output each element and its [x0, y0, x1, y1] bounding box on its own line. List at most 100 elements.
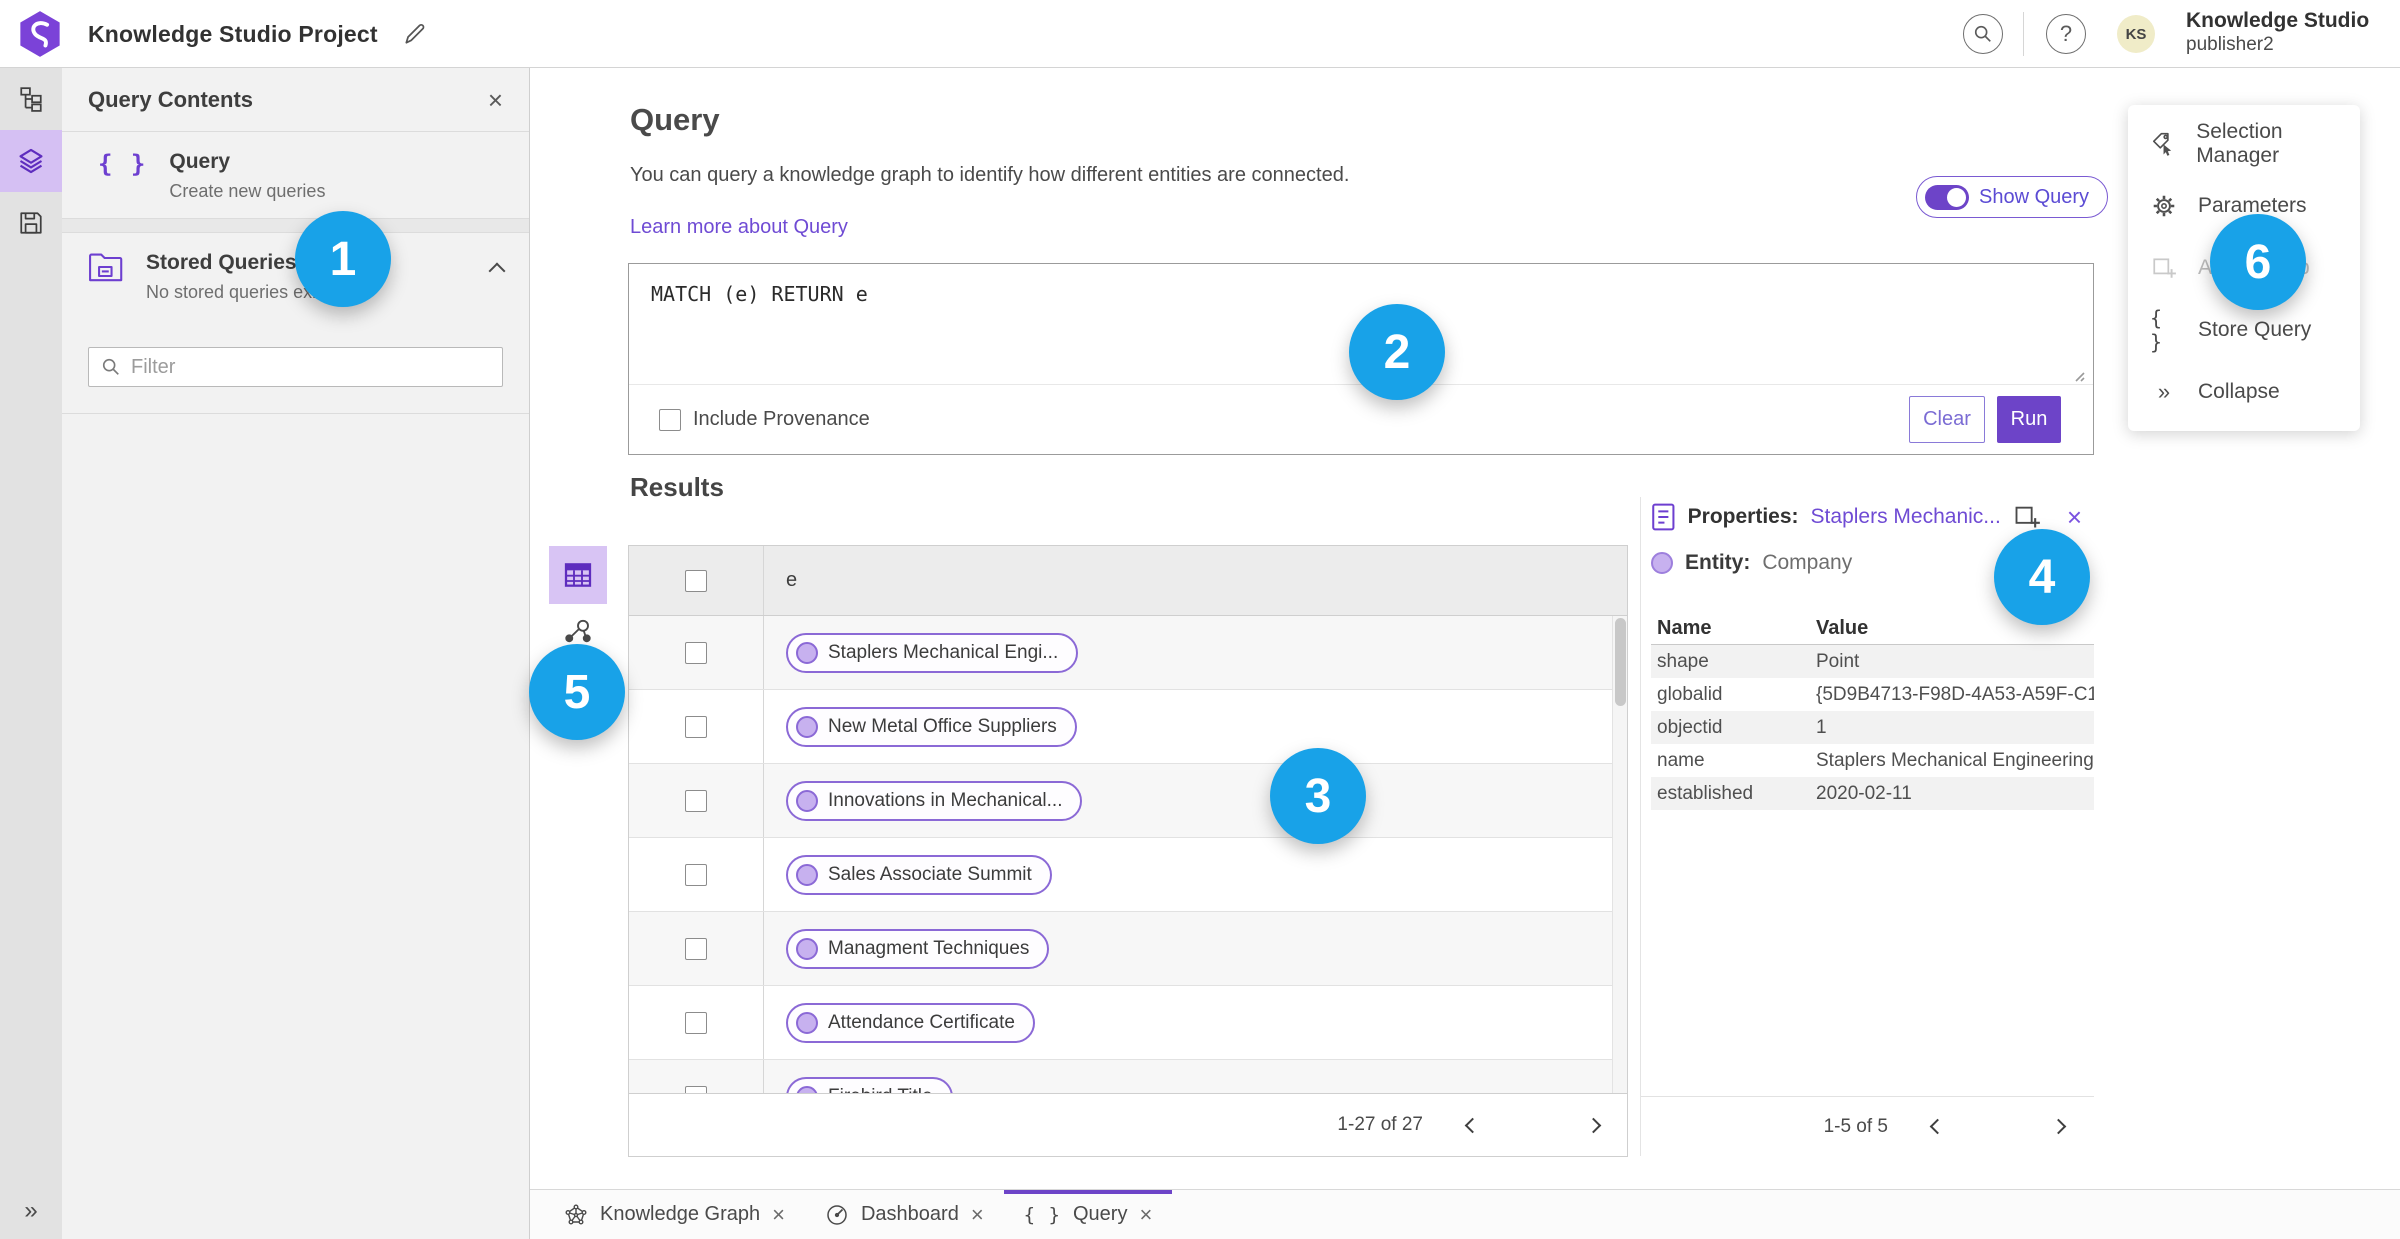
braces-icon: { }	[2150, 306, 2165, 354]
query-code[interactable]: MATCH (e) RETURN e	[651, 282, 868, 306]
row-checkbox[interactable]	[685, 1085, 707, 1093]
table-row[interactable]: Managment Techniques	[629, 912, 1627, 986]
tab-knowledge-graph[interactable]: Knowledge Graph ×	[544, 1190, 805, 1239]
annotation-callout-4: 4	[1994, 529, 2090, 625]
layers-rail-icon[interactable]	[0, 130, 62, 192]
stored-queries-item[interactable]: Stored Queries No stored queries exist	[62, 233, 529, 319]
collapse-section-icon[interactable]	[488, 262, 506, 280]
table-view-button[interactable]	[549, 546, 607, 604]
properties-header: Properties: Staplers Mechanic... ×	[1651, 499, 2094, 535]
close-panel-icon[interactable]: ×	[488, 87, 503, 113]
previous-page-icon[interactable]	[1464, 1117, 1481, 1133]
tab-dashboard[interactable]: Dashboard ×	[805, 1190, 1004, 1239]
include-provenance-label: Include Provenance	[693, 408, 870, 430]
row-checkbox[interactable]	[685, 1011, 707, 1034]
table-row[interactable]: Attendance Certificate	[629, 986, 1627, 1060]
property-row[interactable]: established 2020-02-11	[1651, 777, 2094, 810]
close-properties-icon[interactable]: ×	[2067, 504, 2082, 530]
entity-chip[interactable]: Managment Techniques	[786, 928, 1050, 969]
filter-search-icon	[102, 358, 119, 375]
table-scrollbar[interactable]	[1612, 616, 1627, 1093]
table-row[interactable]: New Metal Office Suppliers	[629, 690, 1627, 764]
contents-panel-header: Query Contents ×	[62, 68, 529, 132]
properties-entity-link[interactable]: Staplers Mechanic...	[1811, 505, 2001, 529]
clear-button[interactable]: Clear	[1909, 396, 1985, 443]
property-row[interactable]: globalid {5D9B4713-F98D-4A53-A59F-C11...	[1651, 678, 2094, 711]
query-heading: Query	[630, 102, 720, 137]
results-table: e Staplers Mechanical Engi... New Metal …	[628, 545, 1628, 1157]
include-provenance-checkbox[interactable]	[659, 408, 681, 431]
next-page-icon[interactable]	[2050, 1118, 2067, 1135]
property-row[interactable]: objectid 1	[1651, 711, 2094, 744]
collapse-item[interactable]: » Collapse	[2128, 361, 2360, 423]
collapse-icon: »	[2157, 379, 2171, 404]
entity-chip[interactable]: Attendance Certificate	[786, 1002, 1035, 1043]
selection-manager-item[interactable]: Selection Manager	[2128, 113, 2360, 175]
add-to-map-icon[interactable]	[2013, 503, 2041, 531]
filter-input[interactable]	[131, 355, 490, 379]
property-row[interactable]: name Staplers Mechanical Engineering	[1651, 744, 2094, 777]
table-row[interactable]: Staplers Mechanical Engi...	[629, 616, 1627, 690]
run-button[interactable]: Run	[1997, 396, 2061, 443]
edit-title-icon[interactable]	[402, 21, 428, 47]
link-chart-rail-icon[interactable]	[0, 68, 62, 130]
editor-footer: Include Provenance Clear Run	[629, 384, 2093, 454]
toggle-track[interactable]	[1925, 184, 1969, 210]
row-checkbox[interactable]	[685, 641, 707, 664]
search-icon[interactable]	[1963, 14, 2003, 54]
save-rail-icon[interactable]	[0, 192, 62, 254]
annotation-callout-6: 6	[2210, 214, 2306, 310]
page-title: Knowledge Studio Project	[88, 20, 378, 47]
show-query-toggle[interactable]: Show Query	[1916, 176, 2109, 218]
next-page-icon[interactable]	[1585, 1117, 1602, 1133]
link-chart-icon	[565, 619, 591, 643]
bottom-tab-bar: Knowledge Graph × Dashboard × { } Query …	[530, 1189, 2400, 1239]
results-page-info: 1-27 of 27	[1337, 1114, 1423, 1135]
store-query-item[interactable]: { } Store Query	[2128, 299, 2360, 361]
property-row[interactable]: shape Point	[1651, 645, 2094, 678]
entity-dot-icon	[796, 715, 818, 738]
selection-manager-label: Selection Manager	[2196, 120, 2283, 167]
entity-type-dot-icon	[1651, 552, 1673, 574]
select-all-checkbox[interactable]	[685, 569, 707, 592]
query-item[interactable]: { } Query Create new queries	[62, 132, 529, 219]
results-table-header: e	[629, 546, 1627, 616]
toggle-knob	[1947, 187, 1966, 207]
resize-grip-icon[interactable]	[2069, 366, 2085, 382]
entity-chip[interactable]: Staplers Mechanical Engi...	[786, 632, 1079, 673]
stored-queries-folder-icon	[89, 253, 123, 282]
entity-dot-icon	[796, 1011, 818, 1034]
previous-page-icon[interactable]	[1929, 1118, 1946, 1135]
entity-chip[interactable]: New Metal Office Suppliers	[786, 706, 1077, 747]
row-checkbox[interactable]	[685, 937, 707, 960]
entity-type: Company	[1762, 551, 1853, 574]
results-pagination: 1-27 of 27	[629, 1093, 1627, 1156]
close-tab-icon[interactable]: ×	[971, 1202, 984, 1228]
table-row[interactable]: Sales Associate Summit	[629, 838, 1627, 912]
expand-panel-icon[interactable]: »	[0, 1197, 62, 1225]
entity-chip[interactable]: Sales Associate Summit	[786, 854, 1052, 895]
tab-query[interactable]: { } Query ×	[1004, 1190, 1173, 1239]
learn-more-link[interactable]: Learn more about Query	[630, 216, 848, 239]
help-icon[interactable]: ?	[2046, 14, 2086, 54]
user-name: Knowledge Studio	[2186, 9, 2370, 32]
annotation-callout-5: 5	[529, 644, 625, 740]
row-checkbox[interactable]	[685, 789, 707, 812]
row-checkbox[interactable]	[685, 715, 707, 738]
entity-dot-icon	[796, 641, 818, 664]
entity-chip[interactable]: Innovations in Mechanical...	[786, 780, 1083, 821]
scrollbar-thumb[interactable]	[1615, 618, 1626, 706]
user-info[interactable]: Knowledge Studio publisher2	[2186, 9, 2369, 56]
entity-dot-icon	[796, 789, 818, 812]
query-description: You can query a knowledge graph to ident…	[630, 164, 1350, 186]
table-row[interactable]: Firebird Title	[629, 1060, 1627, 1093]
annotation-callout-3: 3	[1270, 748, 1366, 844]
close-tab-icon[interactable]: ×	[1139, 1202, 1152, 1228]
table-row[interactable]: Innovations in Mechanical...	[629, 764, 1627, 838]
app-logo-icon	[18, 10, 62, 58]
query-contents-panel: Query Contents × { } Query Create new qu…	[62, 68, 530, 1239]
close-tab-icon[interactable]: ×	[772, 1202, 785, 1228]
avatar[interactable]: KS	[2117, 15, 2155, 53]
entity-chip[interactable]: Firebird Title	[786, 1076, 953, 1093]
row-checkbox[interactable]	[685, 863, 707, 886]
